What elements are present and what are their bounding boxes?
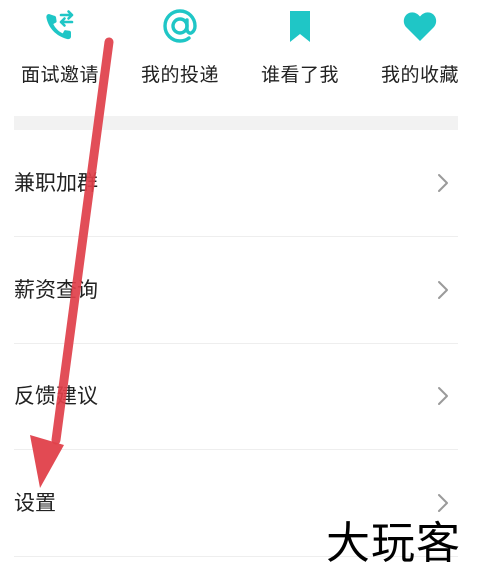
shortcut-my-favorites[interactable]: 我的收藏: [360, 0, 480, 110]
section-divider: [14, 116, 458, 130]
menu-item-salary-lookup[interactable]: 薪资查询: [14, 237, 458, 344]
menu-item-label: 薪资查询: [14, 278, 98, 302]
menu-item-label: 设置: [14, 491, 56, 515]
chevron-right-icon: [438, 494, 448, 512]
heart-icon: [403, 12, 437, 41]
shortcut-my-applications[interactable]: 我的投递: [120, 0, 240, 110]
shortcut-label: 面试邀请: [20, 64, 99, 86]
at-sign-icon: [163, 9, 197, 43]
profile-page: 面试邀请 我的投递 谁看了我 我的收藏 兼职加群 薪资查询 反馈建议 设置 大玩…: [0, 0, 480, 575]
menu-item-feedback[interactable]: 反馈建议: [14, 343, 458, 450]
shortcut-who-viewed-me[interactable]: 谁看了我: [240, 0, 360, 110]
menu-item-label: 反馈建议: [14, 384, 98, 408]
shortcut-label: 我的投递: [140, 64, 219, 86]
bookmark-icon: [290, 11, 310, 42]
shortcut-interview-invites[interactable]: 面试邀请: [0, 0, 120, 110]
chevron-right-icon: [438, 281, 448, 299]
chevron-right-icon: [438, 174, 448, 192]
shortcut-label: 我的收藏: [380, 64, 459, 86]
menu-item-label: 兼职加群: [14, 171, 98, 195]
watermark-logo: 大玩客: [326, 518, 461, 569]
shortcut-label: 谁看了我: [260, 64, 339, 86]
chevron-right-icon: [438, 387, 448, 405]
menu-item-part-time-group[interactable]: 兼职加群: [14, 130, 458, 237]
shortcut-row: 面试邀请 我的投递 谁看了我 我的收藏: [0, 0, 480, 110]
phone-transfer-icon: [46, 10, 74, 40]
